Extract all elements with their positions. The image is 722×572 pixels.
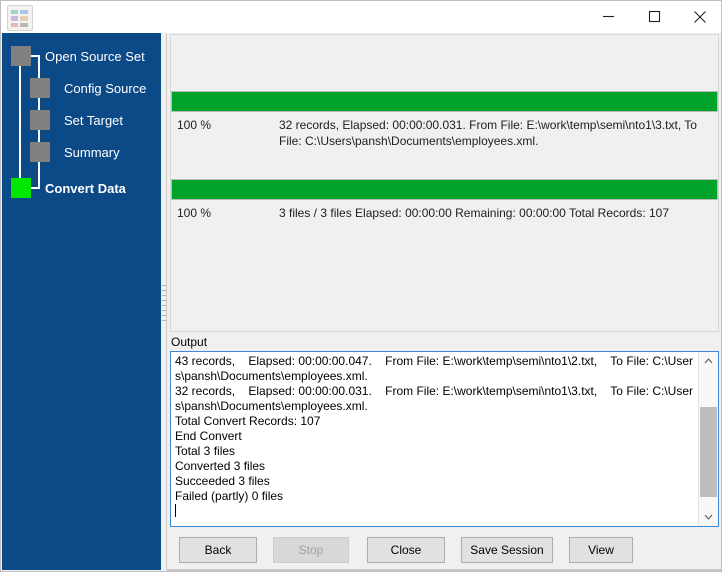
title-bar [1, 1, 721, 33]
overall-progress-info: 100 % 3 files / 3 files Elapsed: 00:00:0… [171, 205, 718, 223]
panel-bottom-edge [167, 569, 721, 571]
sidebar-item-config-source[interactable]: Config Source [30, 77, 146, 99]
output-log-text[interactable]: 43 records, Elapsed: 00:00:00.047. From … [171, 352, 698, 526]
output-scrollbar[interactable] [698, 352, 718, 526]
file-progress-info: 100 % 32 records, Elapsed: 00:00:00.031.… [171, 117, 718, 151]
wizard-step-list: Open Source Set Config Source Set Target… [2, 33, 161, 208]
step-marker-icon [30, 78, 50, 98]
close-button[interactable]: Close [367, 537, 445, 563]
overall-progress-fill [172, 180, 717, 199]
chevron-up-icon[interactable] [699, 352, 718, 370]
sidebar-item-open-source-set[interactable]: Open Source Set [11, 45, 145, 67]
window-controls [585, 1, 721, 32]
view-button[interactable]: View [569, 537, 633, 563]
file-progress-detail: 32 records, Elapsed: 00:00:00.031. From … [279, 118, 697, 148]
sidebar-item-label: Set Target [64, 112, 124, 128]
file-progress-percent: 100 % [177, 118, 212, 132]
output-log-content: 43 records, Elapsed: 00:00:00.047. From … [175, 354, 693, 503]
sidebar-item-label: Config Source [64, 80, 147, 96]
overall-progress-bar [171, 179, 718, 200]
scrollbar-thumb[interactable] [700, 407, 717, 497]
button-bar: Back Stop Close Save Session View [167, 535, 721, 571]
sidebar-item-label: Convert Data [45, 180, 126, 196]
step-marker-current-icon [11, 178, 31, 198]
text-caret [175, 504, 176, 517]
sidebar-item-label: Summary [64, 144, 120, 160]
overall-progress-percent: 100 % [177, 206, 212, 220]
back-button[interactable]: Back [179, 537, 257, 563]
minimize-icon[interactable] [585, 1, 631, 32]
main-panel: 100 % 32 records, Elapsed: 00:00:00.031.… [167, 33, 721, 571]
maximize-icon[interactable] [631, 1, 677, 32]
sidebar-item-convert-data[interactable]: Convert Data [11, 177, 126, 199]
save-session-button[interactable]: Save Session [461, 537, 553, 563]
close-icon[interactable] [677, 1, 721, 32]
sidebar-item-set-target[interactable]: Set Target [30, 109, 123, 131]
wizard-sidebar: Open Source Set Config Source Set Target… [2, 33, 161, 570]
table-grid-icon [7, 5, 33, 31]
stop-button: Stop [273, 537, 349, 563]
output-panel: 43 records, Elapsed: 00:00:00.047. From … [170, 351, 719, 527]
sidebar-item-label: Open Source Set [45, 48, 145, 64]
overall-progress-detail: 3 files / 3 files Elapsed: 00:00:00 Rema… [279, 206, 670, 220]
chevron-down-icon[interactable] [699, 508, 718, 526]
file-progress-bar [171, 91, 718, 112]
step-marker-icon [30, 142, 50, 162]
file-progress-fill [172, 92, 717, 111]
output-label: Output [171, 335, 208, 349]
progress-area: 100 % 32 records, Elapsed: 00:00:00.031.… [170, 34, 719, 332]
step-marker-icon [11, 46, 31, 66]
nav-connector-vertical-left [19, 66, 21, 188]
application-window: Open Source Set Config Source Set Target… [0, 0, 722, 572]
sidebar-item-summary[interactable]: Summary [30, 141, 120, 163]
step-marker-icon [30, 110, 50, 130]
